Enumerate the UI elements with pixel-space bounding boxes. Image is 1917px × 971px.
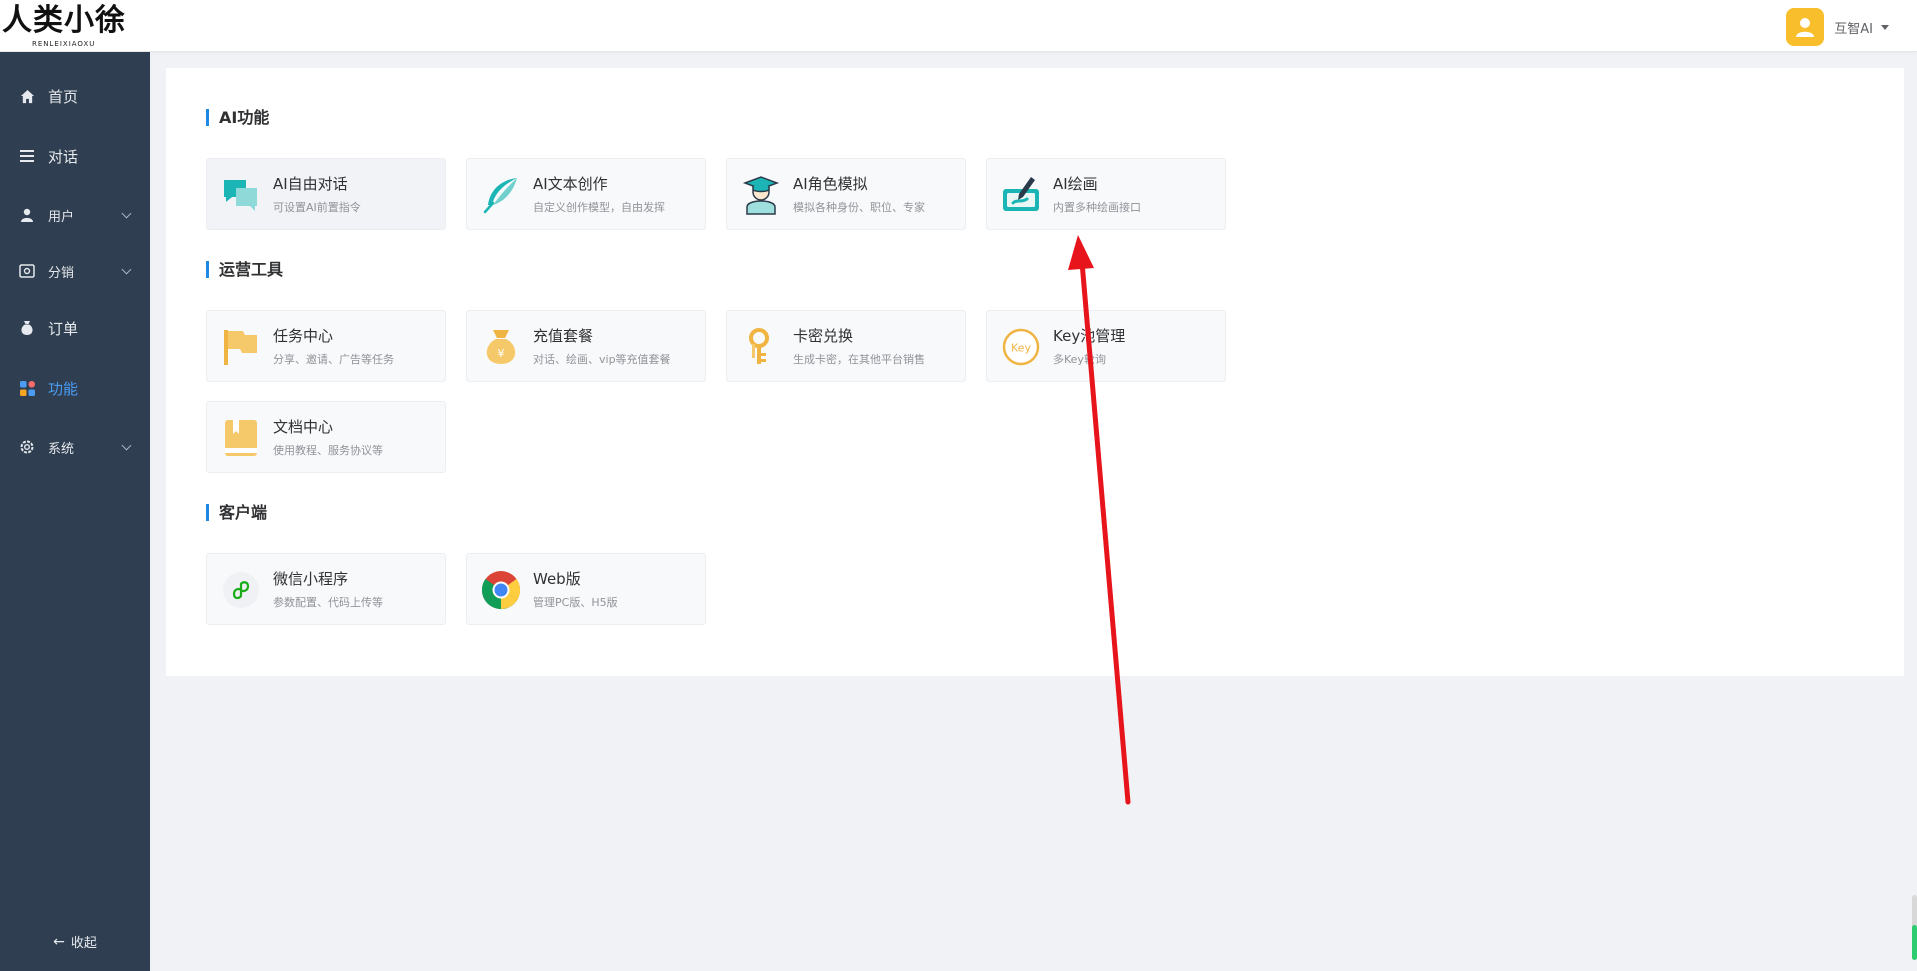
collapse-button[interactable]: ← 收起 <box>0 932 150 952</box>
logo-subtitle: RENLEIXIAOXU <box>32 40 96 48</box>
card-card-redeem[interactable]: 卡密兑换 生成卡密，在其他平台销售 <box>726 310 966 382</box>
card-title: 文档中心 <box>273 418 334 436</box>
card-title: 充值套餐 <box>533 327 594 345</box>
arrow-left-icon: ← <box>53 933 65 950</box>
avatar[interactable] <box>1786 8 1825 46</box>
user-name[interactable]: 互智AI <box>1834 18 1873 37</box>
scrollbar-thumb[interactable] <box>1912 925 1917 960</box>
card-title: 卡密兑换 <box>793 327 854 345</box>
card-desc: 自定义创作模型，自由发挥 <box>533 201 665 214</box>
card-web[interactable]: Web版 管理PC版、H5版 <box>466 553 706 625</box>
sidebar-item-distribution[interactable]: 分销 <box>0 249 150 293</box>
money-bag-icon: ¥ <box>486 330 516 364</box>
gear-icon <box>19 439 35 455</box>
chevron-down-icon <box>121 264 132 275</box>
book-icon <box>225 420 257 456</box>
card-key-pool[interactable]: Key Key池管理 多Key轮询 <box>986 310 1226 382</box>
card-ai-writing[interactable]: AI文本创作 自定义创作模型，自由发挥 <box>466 158 706 230</box>
card-title: AI绘画 <box>1053 175 1098 193</box>
money-bag-icon <box>19 320 35 336</box>
sidebar-item-label: 订单 <box>48 319 79 338</box>
section-title-ai: AI功能 <box>206 109 269 126</box>
key-icon <box>749 328 769 364</box>
card-desc: 参数配置、代码上传等 <box>273 596 383 609</box>
sidebar-item-label: 对话 <box>48 147 79 166</box>
card-title: Key池管理 <box>1053 327 1126 345</box>
chevron-down-icon <box>121 440 132 451</box>
card-title: 任务中心 <box>273 327 334 345</box>
collapse-label: 收起 <box>70 936 97 951</box>
sidebar-item-label: 功能 <box>48 379 79 398</box>
sidebar-item-label: 用户 <box>48 209 75 225</box>
mini-program-icon <box>223 572 259 608</box>
card-desc: 多Key轮询 <box>1053 353 1106 366</box>
top-header: 人类小徐 RENLEIXIAOXU 互智AI <box>0 0 1917 52</box>
features-panel: AI功能 AI自由对话 可设置AI前置指令 AI文本创作 自定义创作模型，自由发… <box>166 68 1904 676</box>
sidebar-item-chat[interactable]: 对话 <box>0 134 150 178</box>
feather-icon <box>483 178 517 214</box>
chrome-icon <box>481 571 521 610</box>
card-desc: 分享、邀请、广告等任务 <box>273 353 394 366</box>
user-menu[interactable]: 互智AI <box>1786 7 1889 47</box>
card-ai-painting[interactable]: AI绘画 内置多种绘画接口 <box>986 158 1226 230</box>
section-title-client: 客户端 <box>206 504 267 521</box>
user-avatar-icon <box>1796 18 1815 37</box>
card-title: 微信小程序 <box>273 570 349 588</box>
sidebar-item-orders[interactable]: 订单 <box>0 306 150 350</box>
card-desc: 对话、绘画、vip等充值套餐 <box>533 353 671 366</box>
chevron-down-icon <box>121 208 132 219</box>
list-icon <box>19 148 35 164</box>
card-title: Web版 <box>533 570 581 588</box>
card-task-center[interactable]: 任务中心 分享、邀请、广告等任务 <box>206 310 446 382</box>
card-recharge[interactable]: ¥ 充值套餐 对话、绘画、vip等充值套餐 <box>466 310 706 382</box>
card-title: AI角色模拟 <box>793 175 868 193</box>
svg-text:¥: ¥ <box>498 347 505 360</box>
card-desc: 模拟各种身份、职位、专家 <box>793 201 925 214</box>
logo-text: 人类小徐 <box>2 3 126 38</box>
chat-bubbles-icon <box>224 180 257 211</box>
card-ai-roleplay[interactable]: AI角色模拟 模拟各种身份、职位、专家 <box>726 158 966 230</box>
sidebar: 首页 对话 用户 分销 订单 功能 系统 ← 收起 <box>0 52 150 971</box>
card-wechat-miniprogram[interactable]: 微信小程序 参数配置、代码上传等 <box>206 553 446 625</box>
caret-down-icon[interactable] <box>1881 24 1889 30</box>
user-icon <box>19 207 35 223</box>
card-title: AI自由对话 <box>273 175 348 193</box>
card-title: AI文本创作 <box>533 175 608 193</box>
card-desc: 使用教程、服务协议等 <box>273 444 383 457</box>
sidebar-item-users[interactable]: 用户 <box>0 193 150 237</box>
svg-text:Key: Key <box>1011 342 1031 355</box>
paint-brush-icon <box>1003 177 1039 211</box>
sidebar-item-system[interactable]: 系统 <box>0 425 150 469</box>
key-badge-icon: Key <box>1002 328 1040 366</box>
sidebar-item-features[interactable]: 功能 <box>0 366 150 410</box>
card-ai-chat[interactable]: AI自由对话 可设置AI前置指令 <box>206 158 446 230</box>
app-logo[interactable]: 人类小徐 RENLEIXIAOXU <box>2 4 150 50</box>
card-desc: 管理PC版、H5版 <box>533 596 618 609</box>
sidebar-item-label: 系统 <box>48 441 75 457</box>
graduate-icon <box>742 176 780 215</box>
wallet-icon <box>19 263 35 279</box>
flag-icon <box>224 330 257 365</box>
card-docs-center[interactable]: 文档中心 使用教程、服务协议等 <box>206 401 446 473</box>
section-title-ops: 运营工具 <box>206 261 283 278</box>
grid-icon <box>19 380 35 396</box>
sidebar-item-label: 分销 <box>48 265 75 281</box>
card-desc: 可设置AI前置指令 <box>273 201 361 214</box>
home-icon <box>19 88 35 104</box>
card-desc: 生成卡密，在其他平台销售 <box>793 353 925 366</box>
sidebar-item-label: 首页 <box>48 87 79 106</box>
sidebar-item-home[interactable]: 首页 <box>0 74 150 118</box>
card-desc: 内置多种绘画接口 <box>1053 201 1141 214</box>
